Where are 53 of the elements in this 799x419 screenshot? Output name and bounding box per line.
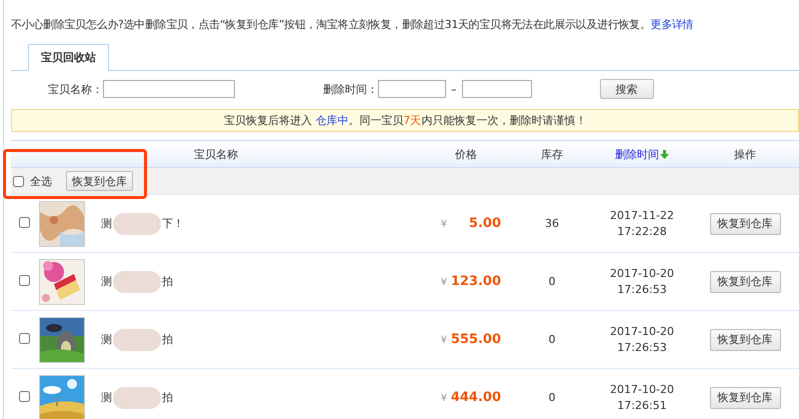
stock-count: 0 bbox=[548, 333, 556, 346]
price: ¥ 5.00 bbox=[440, 216, 502, 231]
restore-button[interactable]: 恢复到仓库 bbox=[710, 328, 780, 350]
tab[interactable]: 宝贝回收站 bbox=[28, 44, 109, 71]
notice-banner: 宝贝恢复后将进入 仓库中。同一宝贝7天内只能恢复一次，删除时请谨慎！ bbox=[11, 109, 799, 132]
warehouse-link[interactable]: 仓库中 bbox=[315, 114, 348, 127]
restore-button[interactable]: 恢复到仓库 bbox=[710, 386, 780, 408]
stock-count: 0 bbox=[548, 275, 556, 288]
sort-down-icon bbox=[660, 150, 669, 158]
row-checkbox[interactable] bbox=[19, 390, 30, 402]
name-field[interactable] bbox=[103, 80, 235, 98]
row-checkbox[interactable] bbox=[19, 274, 30, 286]
column-header[interactable]: 删除时间 bbox=[615, 146, 669, 162]
product-name[interactable]: 测 bbox=[101, 216, 112, 231]
product-name[interactable]: 测 bbox=[101, 274, 112, 289]
search-button[interactable]: 搜索 bbox=[600, 79, 654, 99]
redaction-blob bbox=[113, 212, 161, 234]
stock-count: 0 bbox=[548, 391, 556, 404]
end-date-field[interactable] bbox=[462, 80, 532, 98]
select-all-label: 全选 bbox=[30, 174, 52, 188]
product-name[interactable]: 下！ bbox=[162, 216, 184, 231]
redaction-blob bbox=[113, 270, 161, 292]
redaction-blob bbox=[113, 386, 161, 408]
price: ¥ 123.00 bbox=[440, 274, 502, 289]
deleted-time: 2017-10-20 17:26:53 bbox=[609, 266, 675, 298]
stock-count: 36 bbox=[545, 217, 559, 230]
product-name[interactable]: 拍 bbox=[162, 274, 173, 289]
field-label: 删除时间： bbox=[323, 82, 378, 96]
price: ¥ 444.00 bbox=[440, 390, 502, 405]
help-text: 不小心删除宝贝怎么办?选中删除宝贝，点击“恢复到仓库”按钮，淘宝将立刻恢复，删除超过31天的宝贝将无法在此展示以及进行恢复。更多详情 bbox=[11, 17, 694, 33]
restore-button[interactable]: 恢复到仓库 bbox=[66, 171, 133, 191]
field-label: 宝贝名称： bbox=[48, 82, 103, 96]
redaction-blob bbox=[113, 328, 161, 350]
deleted-time: 2017-11-22 17:22:28 bbox=[609, 208, 675, 240]
deleted-time: 2017-10-20 17:26:53 bbox=[609, 324, 675, 356]
more-details-link[interactable]: 更多详情 bbox=[650, 18, 694, 31]
column-header: 宝贝名称 bbox=[194, 148, 238, 160]
price: ¥ 555.00 bbox=[440, 332, 502, 347]
product-name[interactable]: 拍 bbox=[162, 390, 173, 405]
product-name[interactable]: 测 bbox=[101, 332, 112, 347]
column-header: 操作 bbox=[734, 148, 756, 160]
column-header: 价格 bbox=[455, 148, 477, 160]
product-name[interactable]: 拍 bbox=[162, 332, 173, 347]
restore-button[interactable]: 恢复到仓库 bbox=[710, 212, 780, 234]
restore-button[interactable]: 恢复到仓库 bbox=[710, 270, 780, 292]
deleted-time: 2017-10-20 17:26:51 bbox=[609, 382, 675, 414]
range-separator: – bbox=[451, 82, 456, 96]
product-name[interactable]: 测 bbox=[101, 390, 112, 405]
select-all-checkbox[interactable] bbox=[13, 176, 24, 186]
row-checkbox[interactable] bbox=[19, 332, 30, 344]
column-header: 库存 bbox=[541, 148, 563, 160]
row-checkbox[interactable] bbox=[19, 216, 30, 228]
start-date-field[interactable] bbox=[378, 80, 446, 98]
